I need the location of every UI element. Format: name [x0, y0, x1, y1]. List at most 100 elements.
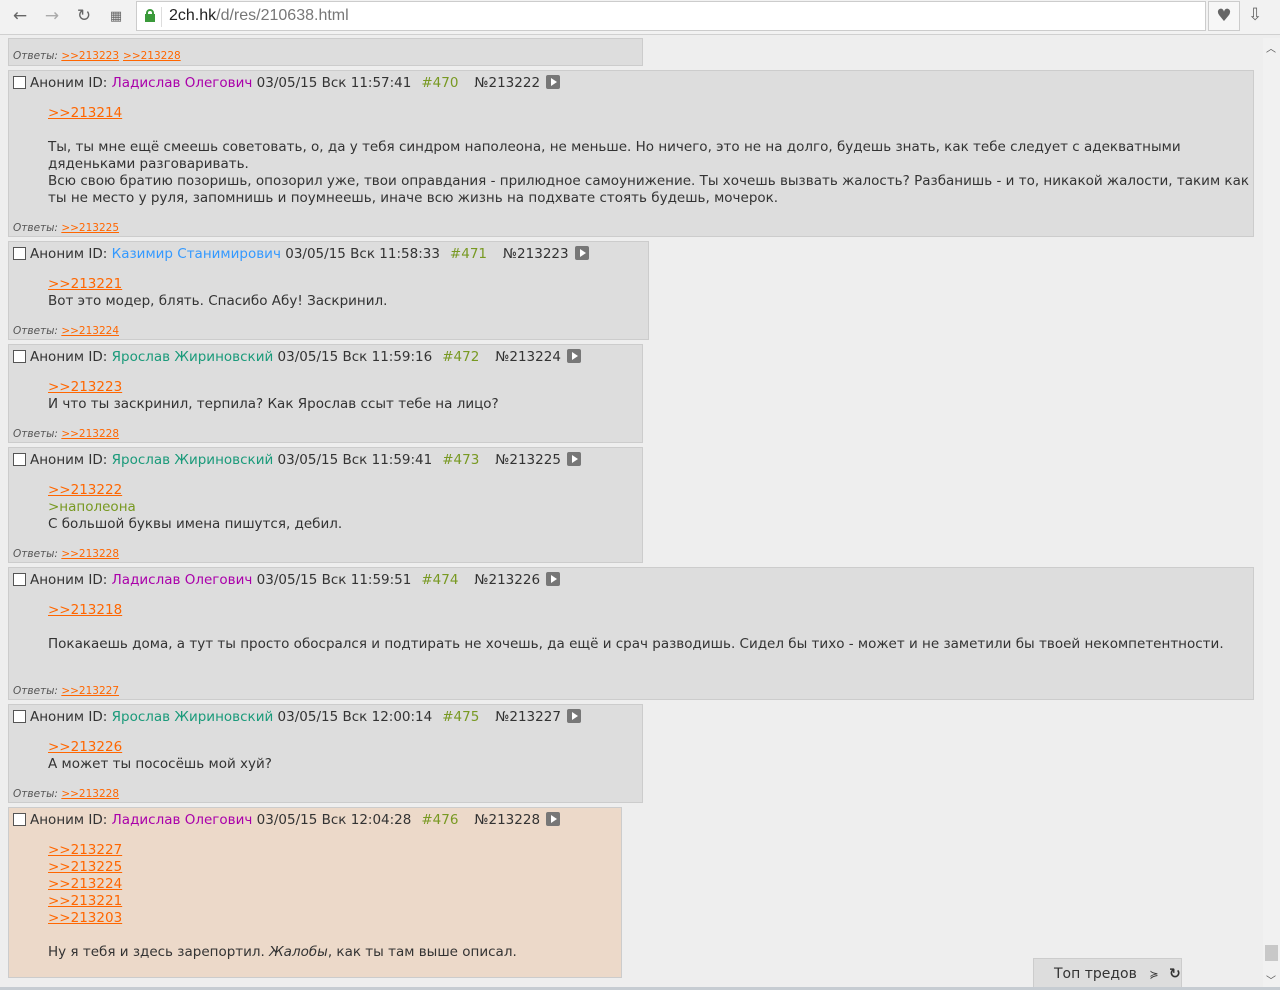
body-line: >>213214: [48, 105, 1249, 122]
select-post-checkbox[interactable]: [13, 247, 26, 260]
post: Аноним ID: Ярослав Жириновский 03/05/15 …: [8, 447, 643, 563]
post-index[interactable]: #473: [442, 452, 479, 468]
reply-link[interactable]: >>213224: [61, 325, 119, 337]
select-post-checkbox[interactable]: [13, 710, 26, 723]
replies-label: Ответы:: [13, 788, 58, 800]
poster-anon: Аноним: [30, 572, 85, 588]
replies-label: Ответы:: [13, 548, 58, 560]
replies: Ответы: >>213228: [13, 548, 123, 560]
apps-icon[interactable]: ▦: [105, 9, 127, 24]
select-post-checkbox[interactable]: [13, 350, 26, 363]
browser-toolbar: ← → ↻ ▦ 2ch.hk/d/res/210638.html ♥ ⇩: [0, 0, 1280, 35]
reply-link[interactable]: >>213223: [48, 379, 122, 395]
reply-link[interactable]: >>213221: [48, 893, 122, 909]
poster-anon: Аноним: [30, 812, 85, 828]
scrollbar[interactable]: ︿ ﹀: [1263, 38, 1280, 990]
post-date: 03/05/15 Вск 11:58:33: [285, 246, 440, 262]
replies: Ответы: >>213223 >>213228: [13, 50, 638, 62]
top-threads-panel[interactable]: Топ тредов ≽ ↻: [1033, 958, 1182, 990]
lock-icon: [145, 9, 155, 22]
post-number[interactable]: №213228: [474, 812, 540, 828]
refresh-icon[interactable]: ↻: [1169, 966, 1181, 982]
body-line: >>213223: [48, 379, 638, 396]
post: Аноним ID: Ладислав Олегович 03/05/15 Вс…: [8, 807, 622, 978]
scrollbar-thumb[interactable]: [1265, 945, 1278, 961]
back-icon[interactable]: ←: [9, 6, 31, 26]
reply-link[interactable]: >>213226: [48, 739, 122, 755]
post-number[interactable]: №213226: [474, 572, 540, 588]
body-line: С большой буквы имена пишутся, дебил.: [48, 516, 638, 533]
reply-link[interactable]: >>213224: [48, 876, 122, 892]
download-icon[interactable]: ⇩: [1248, 5, 1262, 25]
post-number[interactable]: №213227: [495, 709, 561, 725]
reply-link[interactable]: >>213228: [123, 50, 181, 62]
post-number[interactable]: №213223: [503, 246, 569, 262]
reply-link[interactable]: >>213228: [61, 548, 119, 560]
reply-link[interactable]: >>213214: [48, 105, 122, 121]
address-bar[interactable]: 2ch.hk/d/res/210638.html: [136, 1, 1206, 31]
post-body: >>213214 Ты, ты мне ещё смеешь советовать…: [13, 93, 1249, 213]
post-index[interactable]: #472: [442, 349, 479, 365]
body-line: >>213225: [48, 859, 617, 876]
body-line: [48, 927, 617, 944]
reply-link[interactable]: >>213223: [61, 50, 119, 62]
reply-link[interactable]: >>213203: [48, 910, 122, 926]
post-index[interactable]: #476: [421, 812, 458, 828]
expand-play-icon[interactable]: [566, 349, 581, 363]
select-post-checkbox[interactable]: [13, 453, 26, 466]
post-number[interactable]: №213225: [495, 452, 561, 468]
reload-icon[interactable]: ↻: [73, 6, 95, 26]
heart-icon[interactable]: ♥: [1208, 1, 1240, 31]
post-index[interactable]: #471: [450, 246, 487, 262]
double-chevron-up-icon[interactable]: ≽: [1149, 968, 1158, 981]
expand-play-icon[interactable]: [546, 812, 561, 826]
post-index[interactable]: #470: [421, 75, 458, 91]
reply-link[interactable]: >>213221: [48, 276, 122, 292]
reply-link[interactable]: >>213218: [48, 602, 122, 618]
post-date: 03/05/15 Вск 11:59:41: [277, 452, 433, 468]
reply-link[interactable]: >>213225: [48, 859, 122, 875]
poster-id-name: Казимир Станимирович: [111, 246, 281, 262]
reply-link[interactable]: >>213222: [48, 482, 122, 498]
post: Аноним ID: Ярослав Жириновский 03/05/15 …: [8, 704, 643, 803]
reply-link[interactable]: >>213228: [61, 788, 119, 800]
expand-play-icon[interactable]: [546, 572, 561, 586]
post-body: >>213226 А может ты пососёшь мой хуй?: [13, 727, 638, 779]
select-post-checkbox[interactable]: [13, 573, 26, 586]
select-post-checkbox[interactable]: [13, 813, 26, 826]
body-line: [48, 619, 1249, 636]
body-line: И что ты заскринил, терпила? Как Ярослав…: [48, 396, 638, 413]
post-index[interactable]: #475: [442, 709, 479, 725]
scroll-up-icon[interactable]: ︿: [1266, 40, 1276, 55]
body-line: [48, 122, 1249, 139]
forward-icon[interactable]: →: [41, 6, 63, 26]
poster-id-name: Ладислав Олегович: [111, 812, 253, 828]
reply-link[interactable]: >>213227: [61, 685, 119, 697]
expand-play-icon[interactable]: [566, 452, 581, 466]
body-line: >>213227: [48, 842, 617, 859]
body-line: Покакаешь дома, а тут ты просто обосралс…: [48, 636, 1249, 653]
post: Аноним ID: Ладислав Олегович 03/05/15 Вс…: [8, 567, 1254, 700]
body-line: >>213221: [48, 276, 644, 293]
reply-link[interactable]: >>213225: [61, 222, 119, 234]
select-post-checkbox[interactable]: [13, 76, 26, 89]
scroll-down-icon[interactable]: ﹀: [1266, 972, 1276, 987]
post-number[interactable]: №213222: [474, 75, 540, 91]
post-date: 03/05/15 Вск 11:59:51: [256, 572, 412, 588]
greentext-quote: >наполеона: [48, 499, 136, 515]
replies-label: Ответы:: [13, 222, 58, 234]
post-index[interactable]: #474: [421, 572, 458, 588]
post-number[interactable]: №213224: [495, 349, 561, 365]
reply-link[interactable]: >>213227: [48, 842, 122, 858]
id-label: ID:: [88, 246, 108, 262]
post-header: Аноним ID: Ладислав Олегович 03/05/15 Вс…: [13, 571, 1249, 590]
expand-play-icon[interactable]: [546, 75, 561, 89]
reply-link[interactable]: >>213228: [61, 428, 119, 440]
replies-label: Ответы:: [13, 325, 58, 337]
body-line: >>213221: [48, 893, 617, 910]
expand-play-icon[interactable]: [574, 246, 589, 260]
previous-post-tail: Ответы: >>213223 >>213228: [8, 38, 643, 66]
expand-play-icon[interactable]: [566, 709, 581, 723]
poster-id-name: Ярослав Жириновский: [111, 349, 274, 365]
post-header: Аноним ID: Ладислав Олегович 03/05/15 Вс…: [13, 74, 1249, 93]
